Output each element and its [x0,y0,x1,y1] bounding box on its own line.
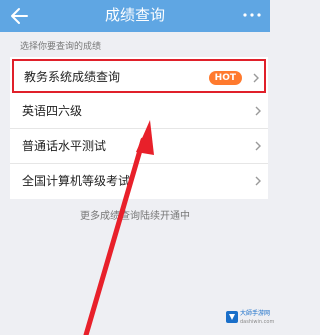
list-item-label: 普通话水平测试 [22,139,107,153]
more-coming-note: 更多成绩查询陆续开通中 [80,211,190,222]
more-options-icon[interactable] [242,11,262,19]
list-item-academic-scores[interactable]: 教务系统成绩查询 HOT [12,59,266,93]
list-item-label: 教务系统成绩查询 [24,70,121,84]
list-item-label: 英语四六级 [22,104,83,118]
top-bar: 成绩查询 [0,0,270,32]
chevron-right-icon [253,73,259,83]
watermark-url: dashiwin.com [240,319,275,325]
chevron-right-icon [255,176,261,186]
chevron-right-icon [255,141,261,151]
site-watermark: 大師手游网 dashiwin.com [226,308,274,332]
section-hint: 选择你要查询的成绩 [20,42,102,52]
watermark-logo-icon [226,311,238,323]
list-item-label: 全国计算机等级考试 [22,174,131,188]
hot-badge: HOT [208,71,242,85]
chevron-right-icon [255,106,261,116]
list-item-computer-exam[interactable]: 全国计算机等级考试 [10,163,268,199]
list-item-mandarin-test[interactable]: 普通话水平测试 [10,128,268,164]
watermark-name: 大師手游网 [240,310,271,317]
score-query-list: 教务系统成绩查询 HOT 英语四六级 普通话水平测试 全国计算机等级考试 [10,57,268,199]
list-item-cet[interactable]: 英语四六级 [10,93,268,129]
page-title: 成绩查询 [104,6,165,24]
